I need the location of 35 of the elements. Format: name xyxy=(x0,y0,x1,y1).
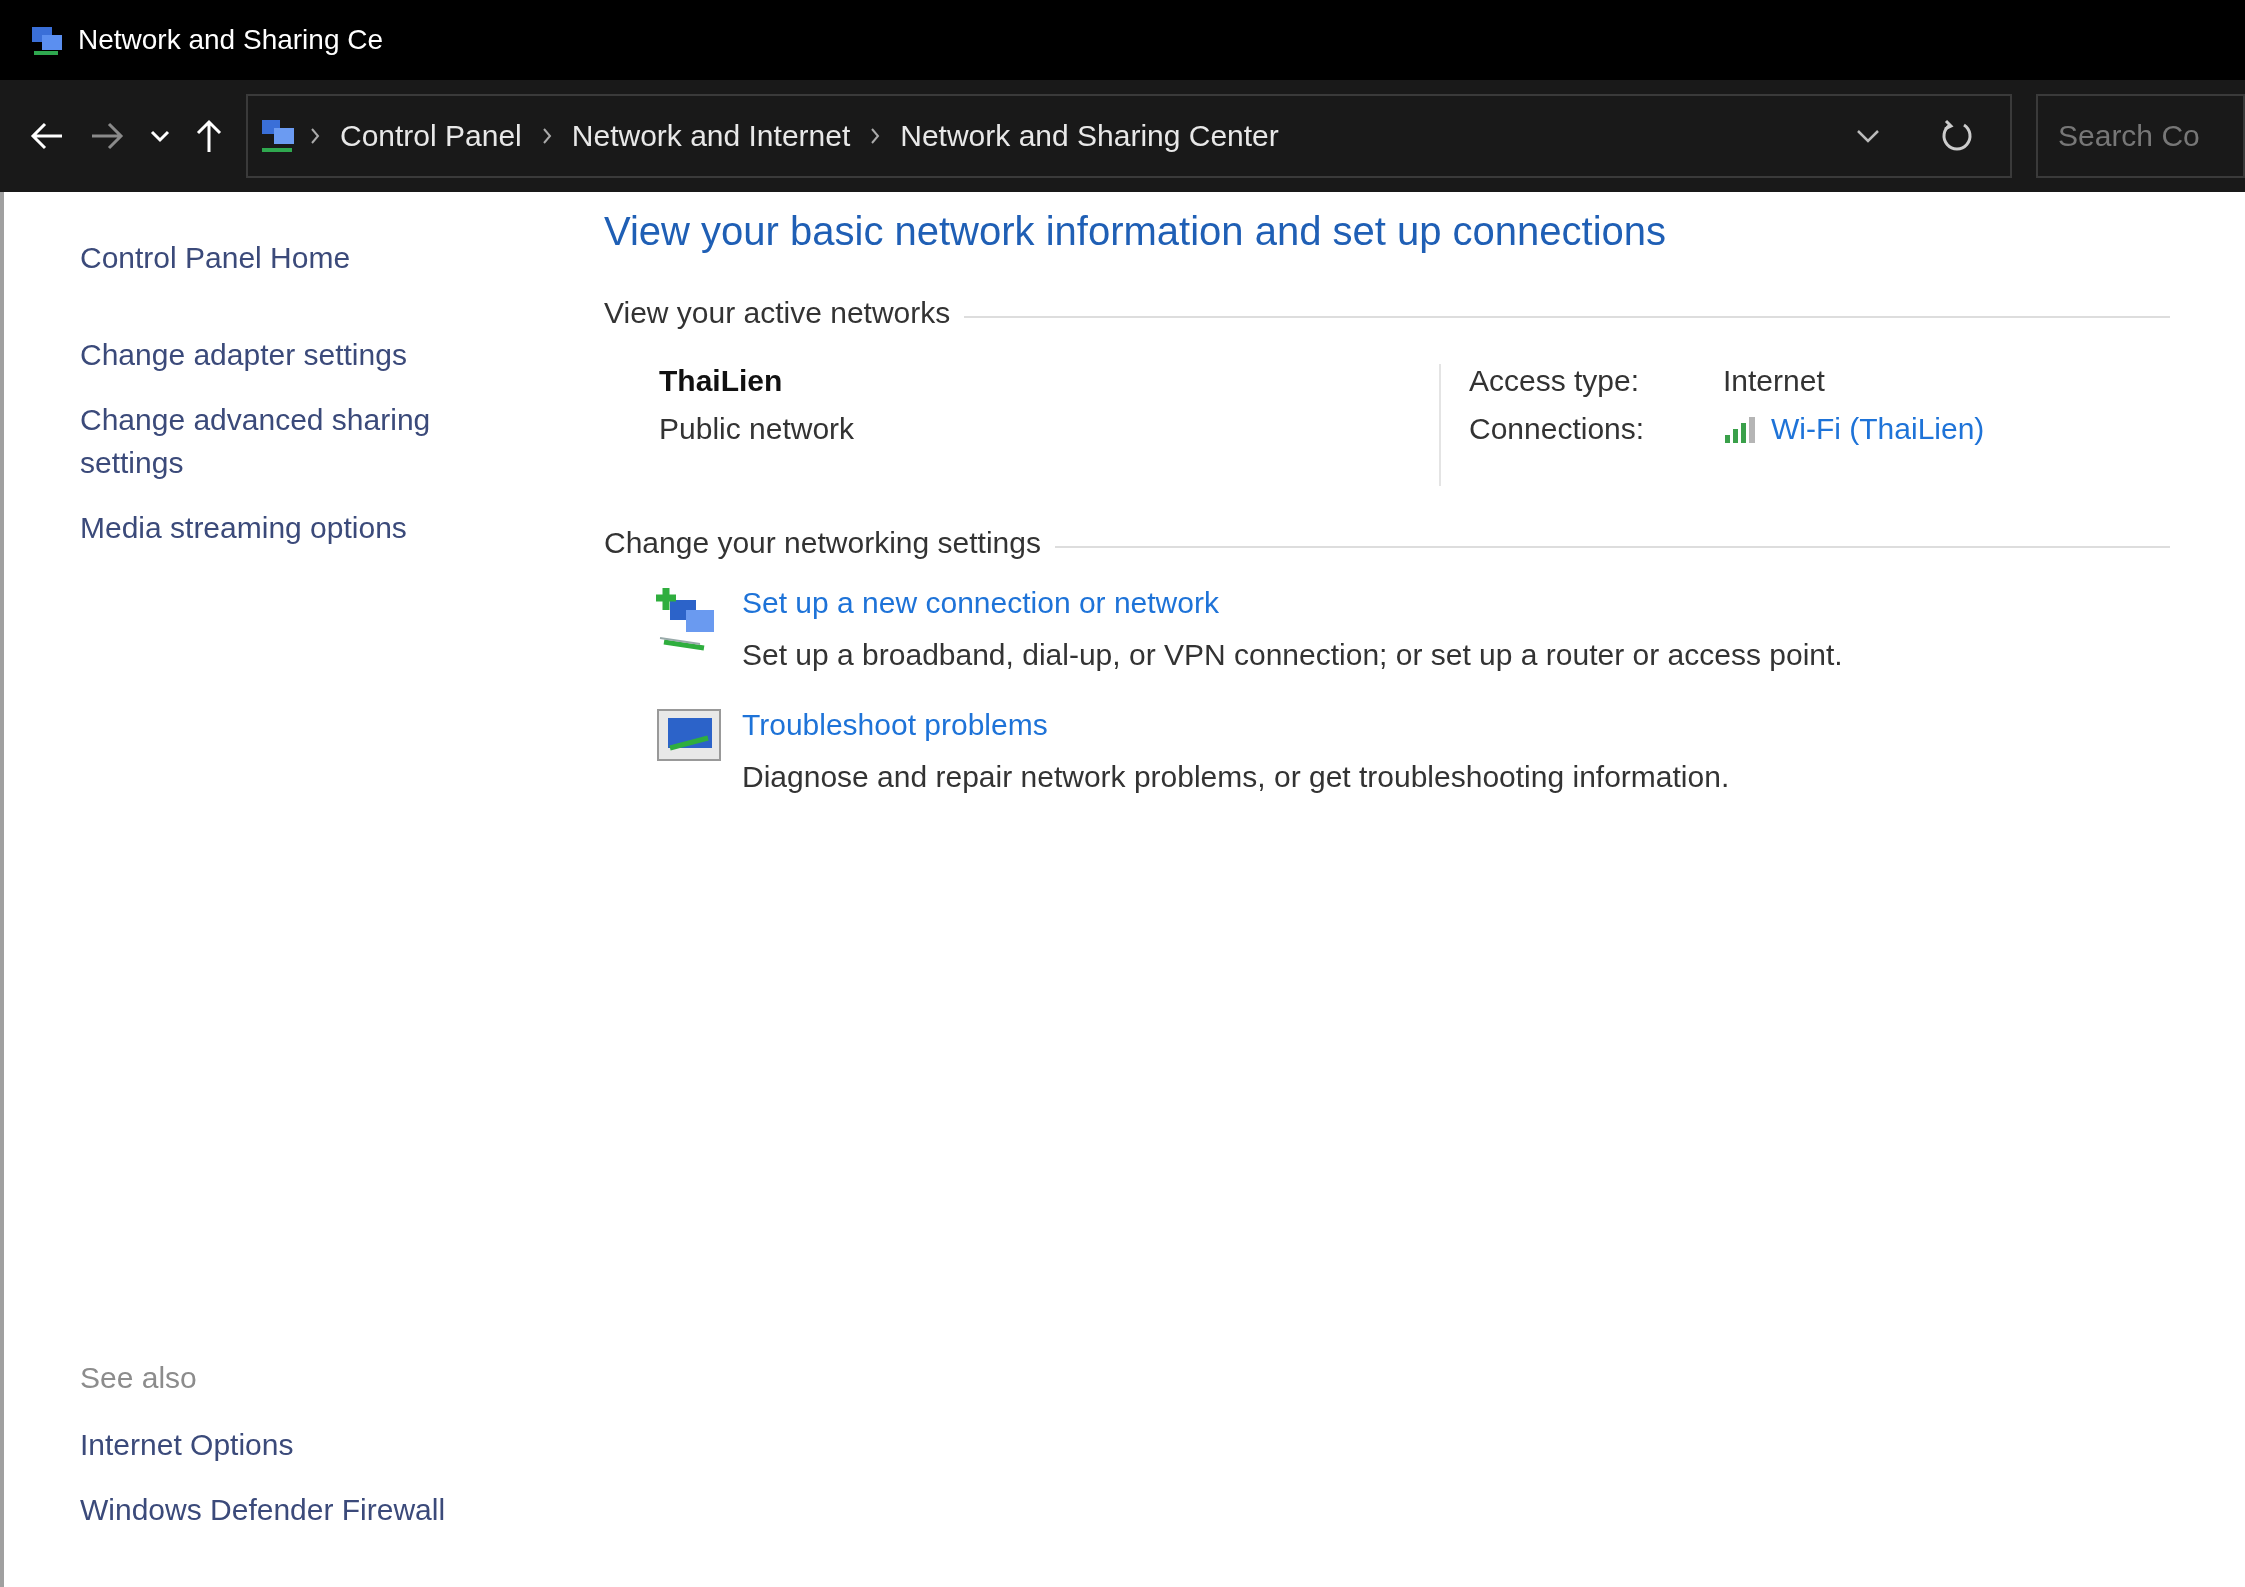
chevron-right-icon xyxy=(310,127,320,145)
section-label: See also xyxy=(80,1361,198,1395)
breadcrumb-item[interactable]: Network and Internet xyxy=(563,119,859,153)
chevron-right-icon xyxy=(870,127,881,145)
section-title: View your active networks xyxy=(604,296,951,330)
breadcrumb-item[interactable]: Network and Sharing Center xyxy=(892,119,1287,153)
task-link[interactable]: Troubleshoot problems xyxy=(742,708,1730,742)
chevron-right-icon xyxy=(541,127,552,145)
sidebar-link[interactable]: Change adapter settings xyxy=(80,333,407,376)
sidebar-link[interactable]: Media streaming options xyxy=(80,506,407,549)
troubleshoot-icon xyxy=(656,708,722,762)
task-link[interactable]: Set up a new connection or network xyxy=(742,586,1843,620)
refresh-icon[interactable] xyxy=(1940,119,1974,153)
back-arrow-icon[interactable] xyxy=(30,121,64,151)
section-title: Change your networking settings xyxy=(604,526,1041,560)
network-name: ThaiLien xyxy=(659,364,784,398)
task-description: Diagnose and repair network problems, or get troubleshooting information. xyxy=(742,760,1730,794)
breadcrumb-item[interactable]: Control Panel xyxy=(332,119,530,153)
address-bar[interactable]: Control Panel Network and Internet Network and Sharing Center xyxy=(246,94,2012,178)
chevron-down-icon[interactable] xyxy=(1856,129,1880,143)
field-label: Access type: xyxy=(1469,364,1641,398)
up-arrow-icon[interactable] xyxy=(196,119,222,153)
field-label: Connections: xyxy=(1469,412,1646,446)
sidebar-link[interactable]: Internet Options xyxy=(80,1423,294,1466)
forward-arrow-icon[interactable] xyxy=(90,121,124,151)
network-category: Public network xyxy=(659,412,856,446)
connection-link[interactable]: Wi-Fi (ThaiLien) xyxy=(1771,412,1985,446)
window-title: Network and Sharing Ce xyxy=(78,24,384,56)
sidebar-link[interactable]: Control Panel Home xyxy=(80,236,351,279)
sidebar-link[interactable]: Change advanced sharing settings xyxy=(80,398,480,484)
sidebar-link[interactable]: Windows Defender Firewall xyxy=(80,1488,446,1531)
task-description: Set up a broadband, dial-up, or VPN connection; or set up a router or access point. xyxy=(742,638,1843,672)
search-field[interactable]: Search Co xyxy=(2036,94,2245,178)
page-heading: View your basic network information and set up connections xyxy=(604,208,1668,255)
field-value: Internet xyxy=(1723,364,1826,398)
